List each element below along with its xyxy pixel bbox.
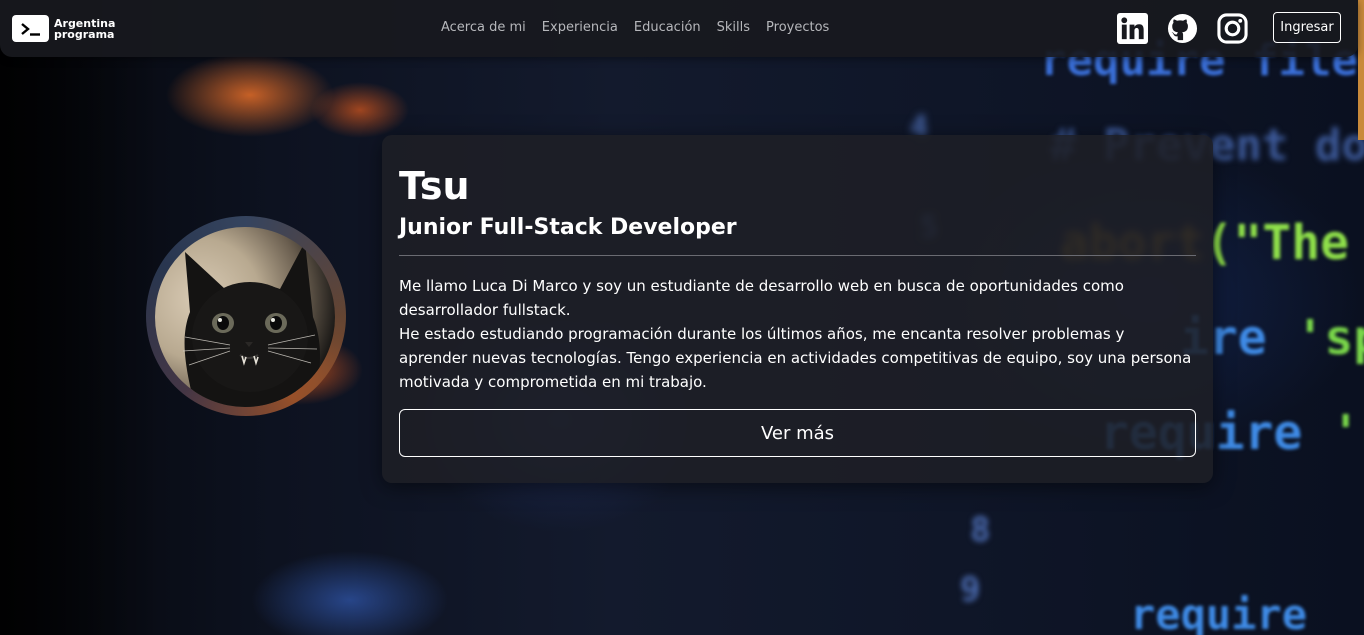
- nav-link-acerca[interactable]: Acerca de mi: [433, 20, 534, 35]
- nav-link-experiencia[interactable]: Experiencia: [534, 20, 626, 35]
- bg-code-line: 9: [960, 570, 981, 610]
- top-navbar: Argentina programa Acerca de mi Experien…: [0, 0, 1358, 57]
- profile-name: Tsu: [399, 164, 470, 208]
- brand-name-line1: Argentina: [54, 16, 116, 30]
- brand-name: Argentina programa: [54, 18, 115, 40]
- nav-links: Acerca de mi Experiencia Educación Skill…: [433, 20, 837, 35]
- nav-link-skills[interactable]: Skills: [709, 20, 758, 35]
- terminal-icon: [12, 15, 49, 42]
- bg-code-line: 8: [970, 510, 991, 550]
- profile-about: Me llamo Luca Di Marco y soy un estudian…: [399, 274, 1196, 394]
- cat-photo: [182, 242, 321, 407]
- brand-name-line2: programa: [54, 27, 115, 41]
- nav-link-educacion[interactable]: Educación: [626, 20, 709, 35]
- bg-code-line: require: [1130, 590, 1308, 635]
- brand-logo[interactable]: Argentina programa: [12, 15, 115, 42]
- scrollbar[interactable]: [1358, 0, 1364, 140]
- profile-card: Tsu Junior Full-Stack Developer Me llamo…: [382, 135, 1213, 483]
- linkedin-icon[interactable]: [1116, 12, 1148, 44]
- profile-role: Junior Full-Stack Developer: [399, 215, 737, 240]
- about-paragraph-2: He estado estudiando programación durant…: [399, 325, 1192, 391]
- login-button[interactable]: Ingresar: [1273, 12, 1341, 43]
- nav-link-proyectos[interactable]: Proyectos: [758, 20, 837, 35]
- ver-mas-button[interactable]: Ver más: [399, 409, 1196, 457]
- divider: [399, 255, 1196, 256]
- avatar: [155, 227, 335, 407]
- instagram-icon[interactable]: [1216, 12, 1248, 44]
- github-icon[interactable]: [1166, 12, 1198, 44]
- bg-vignette: [0, 0, 160, 635]
- about-paragraph-1: Me llamo Luca Di Marco y soy un estudian…: [399, 277, 1124, 319]
